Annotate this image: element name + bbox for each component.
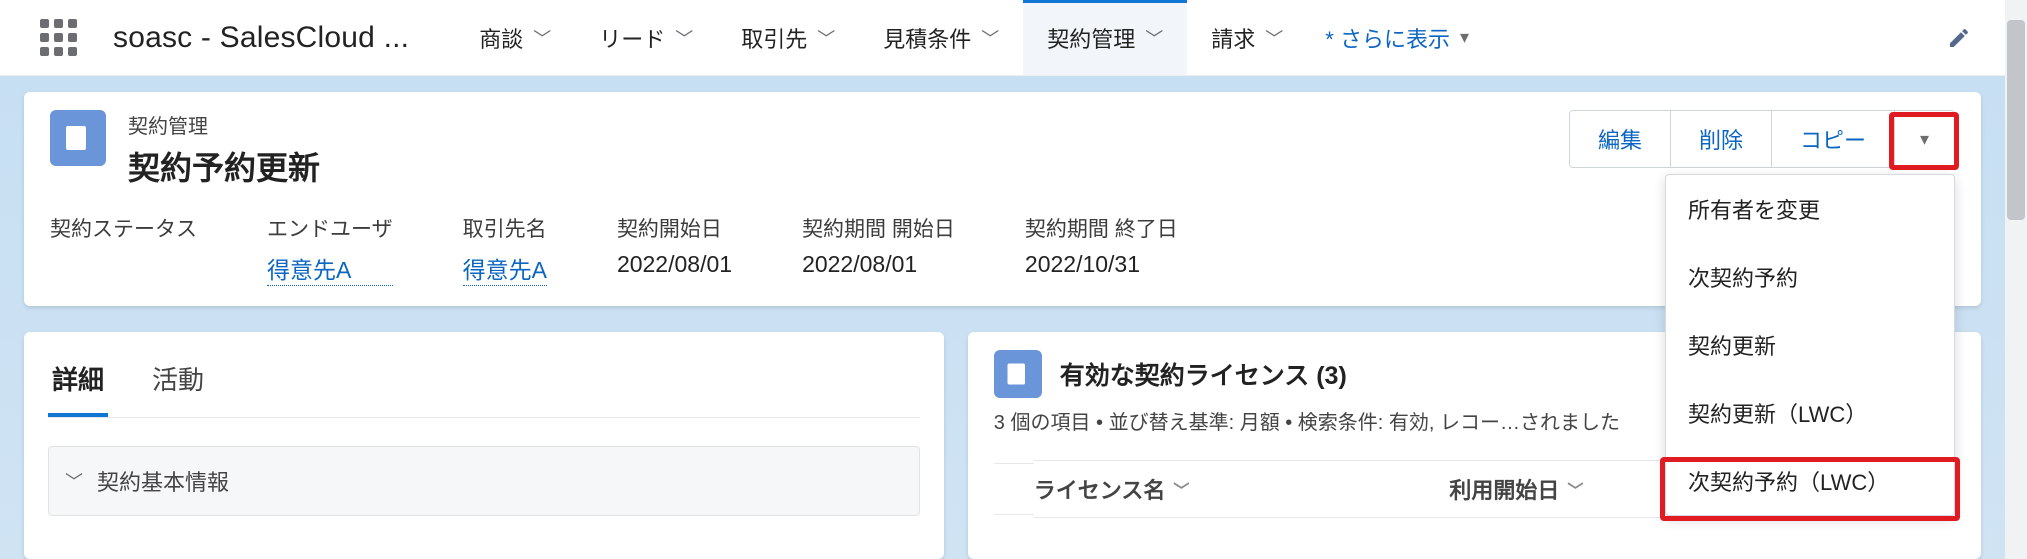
nav-item-label: リード [599, 22, 665, 54]
field-label: 契約期間 開始日 [802, 213, 955, 243]
nav-item-contract[interactable]: 契約管理 ﹀ [1023, 0, 1187, 75]
field-value: 2022/08/01 [802, 251, 955, 278]
detail-panel: 詳細 活動 ﹀ 契約基本情報 [24, 332, 944, 559]
scrollbar-thumb[interactable] [2007, 20, 2025, 220]
object-label: 契約管理 [128, 110, 320, 139]
field-value-link[interactable]: 得意先A [267, 251, 393, 286]
chevron-down-icon: ﹀ [1265, 25, 1283, 51]
chevron-down-icon: ﹀ [817, 25, 835, 51]
chevron-down-icon: ﹀ [65, 468, 83, 494]
content-area: 契約管理 契約予約更新 編集 削除 コピー ▾ 所有者を変更 [0, 76, 2005, 559]
nav-item-label: 請求 [1211, 22, 1255, 54]
record-header-card: 契約管理 契約予約更新 編集 削除 コピー ▾ 所有者を変更 [24, 92, 1981, 306]
nav-more-label: * さらに表示 [1325, 22, 1450, 54]
contract-icon [50, 110, 106, 166]
nav-item-opportunity[interactable]: 商談 ﹀ [455, 0, 575, 75]
menu-renew-lwc[interactable]: 契約更新（LWC） [1666, 379, 1954, 447]
clone-button[interactable]: コピー [1771, 111, 1894, 167]
chevron-down-icon: ﹀ [981, 25, 999, 51]
delete-button[interactable]: 削除 [1670, 111, 1771, 167]
chevron-down-icon: ﹀ [1145, 25, 1163, 51]
chevron-down-icon: ﹀ [1567, 477, 1583, 501]
field-enduser: エンドユーザ 得意先A [267, 213, 393, 286]
col-license[interactable]: ライセンス名 ﹀ [1034, 460, 1450, 518]
app-name: soasc - SalesCloud ... [113, 21, 409, 55]
nav-item-label: 見積条件 [883, 22, 971, 54]
field-periodstart: 契約期間 開始日 2022/08/01 [802, 213, 955, 286]
license-icon [994, 350, 1042, 398]
field-label: エンドユーザ [267, 213, 393, 243]
chevron-down-icon: ﹀ [1173, 477, 1189, 501]
section-label: 契約基本情報 [97, 465, 229, 497]
field-account: 取引先名 得意先A [463, 213, 547, 286]
record-title: 契約予約更新 [128, 143, 320, 189]
tab-detail[interactable]: 詳細 [48, 350, 108, 417]
vertical-scrollbar[interactable] [2005, 0, 2027, 559]
header-actions: 編集 削除 コピー ▾ [1569, 110, 1955, 168]
chevron-down-icon: ﹀ [533, 25, 551, 51]
top-nav: soasc - SalesCloud ... 商談 ﹀ リード ﹀ 取引先 ﹀ … [0, 0, 2005, 76]
edit-button[interactable]: 編集 [1570, 111, 1670, 167]
caret-down-icon: ▾ [1460, 27, 1469, 48]
nav-item-label: 契約管理 [1047, 22, 1135, 54]
nav-item-quote[interactable]: 見積条件 ﹀ [859, 0, 1023, 75]
title-block: 契約管理 契約予約更新 [128, 110, 320, 189]
field-status: 契約ステータス [50, 213, 197, 286]
menu-next-contract-lwc[interactable]: 次契約予約（LWC） [1666, 447, 1954, 515]
field-label: 契約ステータス [50, 213, 197, 243]
field-value-link[interactable]: 得意先A [463, 251, 547, 286]
menu-change-owner[interactable]: 所有者を変更 [1666, 175, 1954, 243]
field-value: 2022/10/31 [1025, 251, 1178, 278]
field-label: 契約開始日 [617, 213, 732, 243]
detail-tabs: 詳細 活動 [48, 350, 920, 418]
nav-items: 商談 ﹀ リード ﹀ 取引先 ﹀ 見積条件 ﹀ 契約管理 ﹀ [455, 0, 1487, 75]
field-value: 2022/08/01 [617, 251, 732, 278]
chevron-down-icon: ﹀ [675, 25, 693, 51]
col-label: ライセンス名 [1034, 473, 1166, 505]
field-startdate: 契約開始日 2022/08/01 [617, 213, 732, 286]
menu-next-contract[interactable]: 次契約予約 [1666, 243, 1954, 311]
col-label: 利用開始日 [1449, 473, 1559, 505]
nav-more[interactable]: * さらに表示 ▾ [1307, 0, 1487, 75]
related-title[interactable]: 有効な契約ライセンス (3) [1060, 356, 1347, 392]
tab-activity[interactable]: 活動 [148, 350, 208, 417]
more-actions-menu: 所有者を変更 次契約予約 契約更新 契約更新（LWC） 次契約予約（LWC） [1665, 174, 1955, 516]
field-label: 取引先名 [463, 213, 547, 243]
nav-item-label: 商談 [479, 22, 523, 54]
nav-item-label: 取引先 [741, 22, 807, 54]
nav-item-account[interactable]: 取引先 ﹀ [717, 0, 859, 75]
nav-item-lead[interactable]: リード ﹀ [575, 0, 717, 75]
field-label: 契約期間 終了日 [1025, 213, 1178, 243]
field-periodend: 契約期間 終了日 2022/10/31 [1025, 213, 1178, 286]
edit-nav-icon[interactable] [1937, 16, 1981, 60]
nav-item-billing[interactable]: 請求 ﹀ [1187, 0, 1307, 75]
more-actions-button[interactable]: ▾ [1894, 111, 1954, 167]
app-launcher-icon[interactable] [40, 19, 77, 56]
section-basic-info[interactable]: ﹀ 契約基本情報 [48, 446, 920, 516]
menu-renew[interactable]: 契約更新 [1666, 311, 1954, 379]
